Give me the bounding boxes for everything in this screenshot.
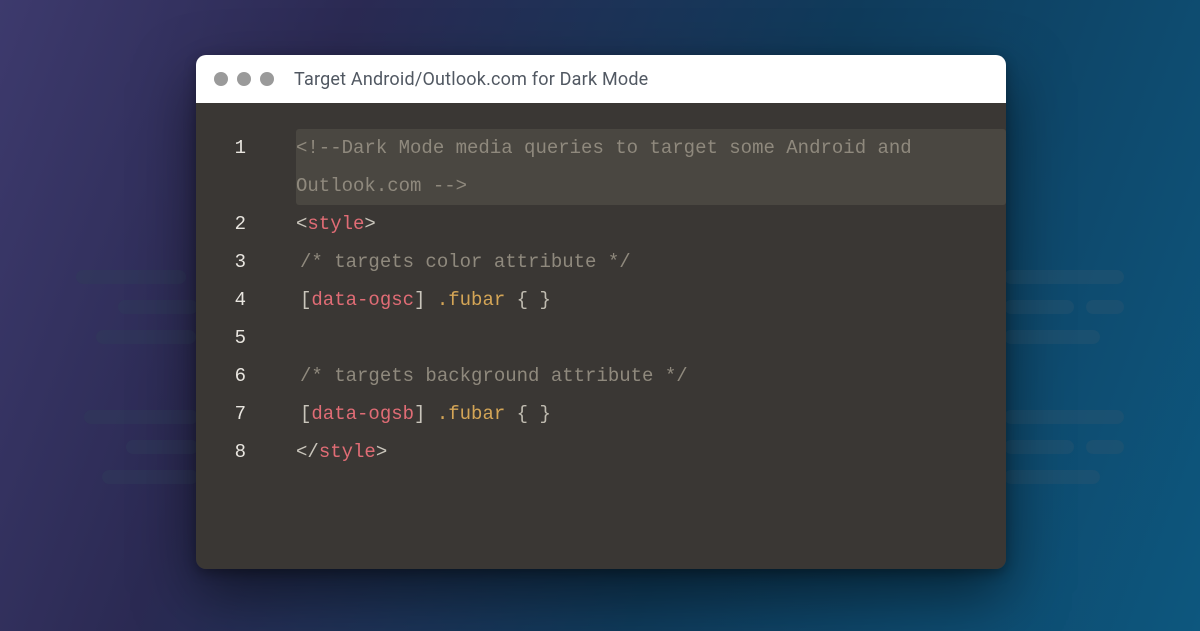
deco-line [76, 270, 186, 284]
code-content: [data-ogsc] .fubar { } [296, 281, 1006, 319]
deco-line [96, 330, 196, 344]
line-number: 8 [196, 433, 266, 471]
zoom-icon[interactable] [260, 72, 274, 86]
line-number: 3 [196, 243, 266, 281]
code-content: /* targets background attribute */ [296, 357, 1006, 395]
line-number: 5 [196, 319, 266, 357]
braces: { } [517, 289, 551, 311]
window-controls [214, 72, 274, 86]
bracket: [ [300, 403, 311, 425]
deco-line [1086, 440, 1124, 454]
tag-open: </ [296, 441, 319, 463]
code-content: /* targets color attribute */ [296, 243, 1006, 281]
deco-line [1004, 330, 1100, 344]
bracket: ] [414, 289, 425, 311]
bracket: [ [300, 289, 311, 311]
code-line: 5 [196, 319, 1006, 357]
line-number: 7 [196, 395, 266, 433]
css-comment: /* targets background attribute */ [300, 365, 688, 387]
deco-line [118, 300, 198, 314]
class-selector: .fubar [425, 289, 516, 311]
deco-line [126, 440, 198, 454]
attr-selector: data-ogsb [311, 403, 414, 425]
braces: { } [517, 403, 551, 425]
code-content [296, 319, 1006, 357]
code-line: 1 <!--Dark Mode media queries to target … [196, 129, 1006, 205]
deco-line [1004, 410, 1124, 424]
class-selector: .fubar [425, 403, 516, 425]
deco-line [1004, 270, 1124, 284]
window-title: Target Android/Outlook.com for Dark Mode [294, 69, 648, 90]
titlebar[interactable]: Target Android/Outlook.com for Dark Mode [196, 55, 1006, 103]
line-number: 6 [196, 357, 266, 395]
deco-line [1004, 300, 1074, 314]
attr-selector: data-ogsc [311, 289, 414, 311]
code-editor[interactable]: 1 <!--Dark Mode media queries to target … [196, 103, 1006, 569]
deco-line [102, 470, 198, 484]
tag-name: style [319, 441, 376, 463]
tag-open: < [296, 213, 307, 235]
code-line: 3 /* targets color attribute */ [196, 243, 1006, 281]
code-content: [data-ogsb] .fubar { } [296, 395, 1006, 433]
tag-close: > [364, 213, 375, 235]
editor-window: Target Android/Outlook.com for Dark Mode… [196, 55, 1006, 569]
tag-close: > [376, 441, 387, 463]
css-comment: /* targets color attribute */ [300, 251, 631, 273]
line-number: 2 [196, 205, 266, 243]
code-line: 4 [data-ogsc] .fubar { } [196, 281, 1006, 319]
close-icon[interactable] [214, 72, 228, 86]
code-content: <!--Dark Mode media queries to target so… [296, 129, 1006, 205]
code-line: 2 <style> [196, 205, 1006, 243]
code-line: 6 /* targets background attribute */ [196, 357, 1006, 395]
bracket: ] [414, 403, 425, 425]
tag-name: style [307, 213, 364, 235]
line-number: 1 [196, 129, 266, 167]
deco-line [1004, 440, 1074, 454]
code-content: </style> [296, 433, 1006, 471]
deco-line [1004, 470, 1100, 484]
deco-line [1086, 300, 1124, 314]
html-comment: <!--Dark Mode media queries to target so… [296, 137, 923, 197]
deco-line [84, 410, 198, 424]
minimize-icon[interactable] [237, 72, 251, 86]
code-line: 7 [data-ogsb] .fubar { } [196, 395, 1006, 433]
canvas: Target Android/Outlook.com for Dark Mode… [0, 0, 1200, 631]
line-number: 4 [196, 281, 266, 319]
code-line: 8 </style> [196, 433, 1006, 471]
code-content: <style> [296, 205, 1006, 243]
